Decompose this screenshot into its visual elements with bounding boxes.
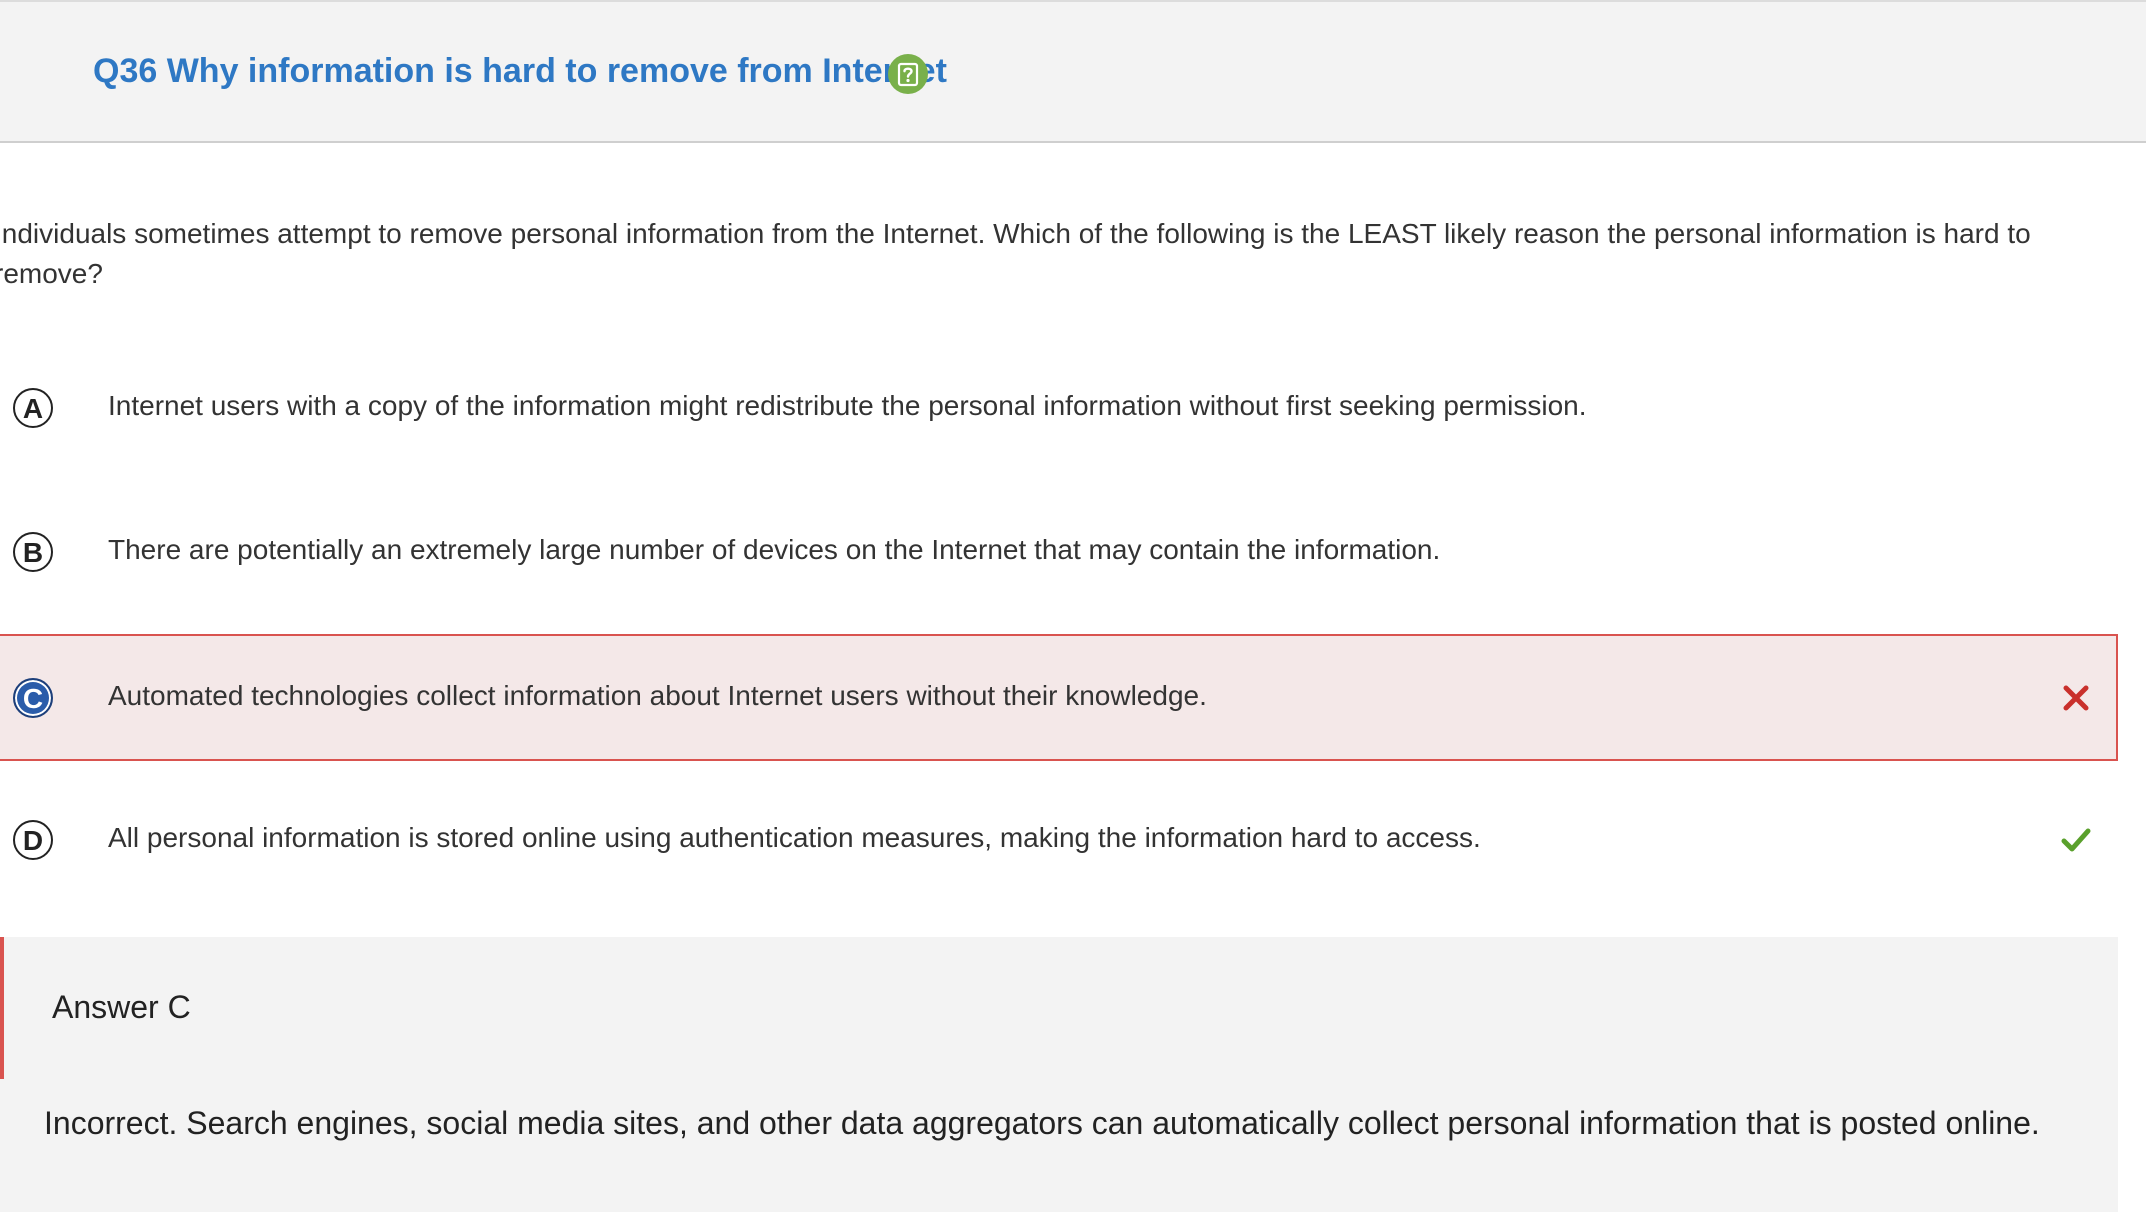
question-page: Q36 Why information is hard to remove fr… [0,0,2146,1212]
feedback-accent-bar [0,937,4,1079]
question-mark-icon[interactable] [888,54,928,94]
option-letter-badge[interactable]: D [13,820,53,860]
answer-explanation: Incorrect. Search engines, social media … [44,1105,2040,1141]
checkmark-icon [2058,822,2094,858]
answer-option-a[interactable]: A Internet users with a copy of the info… [0,346,2118,473]
answer-option-c[interactable]: C Automated technologies collect informa… [0,634,2118,761]
x-icon [2058,680,2094,716]
option-text: There are potentially an extremely large… [108,534,1441,565]
answer-option-b[interactable]: B There are potentially an extremely lar… [0,490,2118,617]
option-text: All personal information is stored onlin… [108,822,1481,853]
option-letter-badge[interactable]: B [13,532,53,572]
answer-option-d[interactable]: D All personal information is stored onl… [0,778,2118,905]
option-text: Internet users with a copy of the inform… [108,390,1587,421]
option-text: Automated technologies collect informati… [108,680,1207,711]
question-title: Q36 Why information is hard to remove fr… [93,52,947,90]
answer-feedback-panel: Answer C Incorrect. Search engines, soci… [0,937,2118,1212]
option-letter-badge[interactable]: A [13,388,53,428]
question-header: Q36 Why information is hard to remove fr… [0,0,2146,143]
option-letter-badge-selected[interactable]: C [13,678,53,718]
answer-label: Answer C [52,989,191,1025]
question-prompt: Individuals sometimes attempt to remove … [0,218,2031,289]
